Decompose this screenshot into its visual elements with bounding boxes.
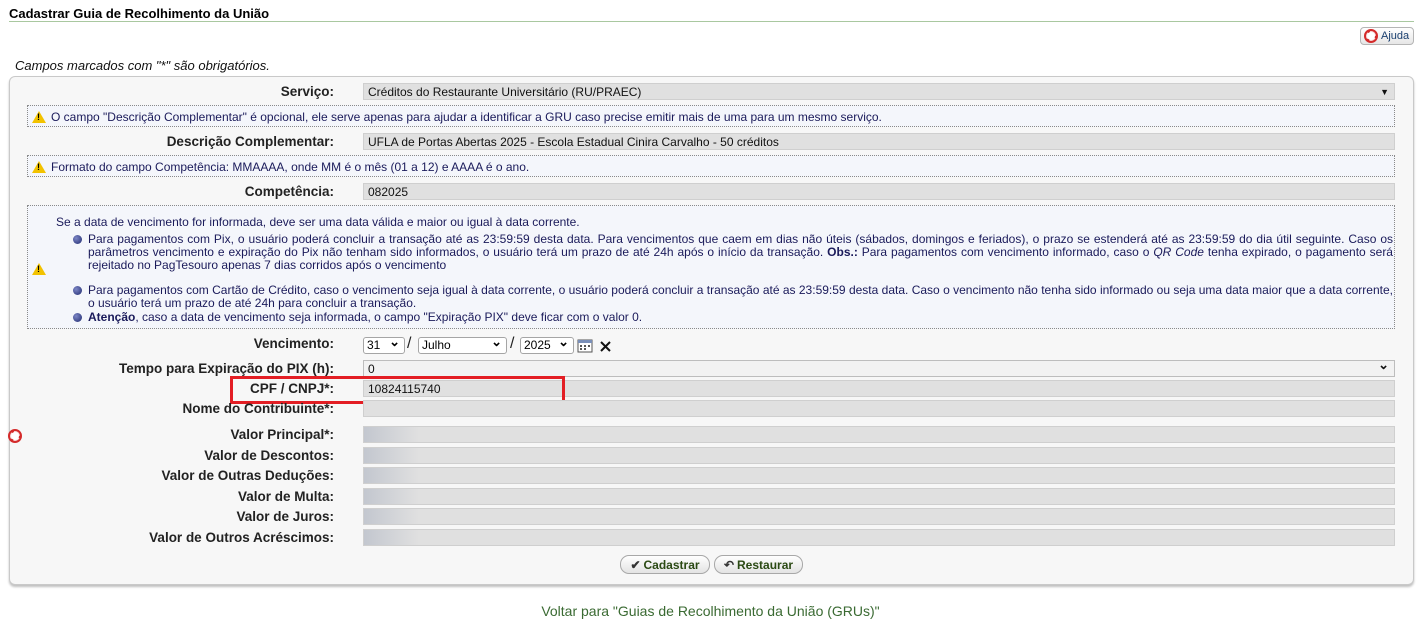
competencia-label: Competência: <box>244 184 334 199</box>
required-fields-note: Campos marcados com "*" são obrigatórios… <box>15 58 270 73</box>
pix-text-b: Para pagamentos com vencimento informado… <box>861 245 1150 259</box>
calendar-icon[interactable] <box>577 338 593 353</box>
valor-juros-label: Valor de Juros: <box>236 509 334 524</box>
date-separator: / <box>407 335 412 352</box>
pix-obs-label: Obs.: <box>827 245 858 259</box>
vencimento-intro: Se a data de vencimento for informada, d… <box>56 215 580 229</box>
bullet-icon <box>73 313 82 322</box>
nome-input[interactable] <box>363 400 1395 417</box>
restaurar-button[interactable]: ↶ Restaurar <box>714 555 803 574</box>
vencimento-day-select[interactable]: 31 <box>363 335 405 354</box>
expiracao-pix-select[interactable]: 0 ⌄ <box>363 360 1395 377</box>
cadastrar-label: Cadastrar <box>643 557 700 572</box>
warning-icon <box>32 111 46 123</box>
valor-descontos-label: Valor de Descontos: <box>204 448 334 463</box>
lifebuoy-icon <box>1364 29 1378 43</box>
valor-deducoes-label: Valor de Outras Deduções: <box>161 468 334 483</box>
back-link-text[interactable]: Voltar para "Guias de Recolhimento da Un… <box>541 603 879 619</box>
atencao-text: , caso a data de vencimento seja informa… <box>135 310 643 324</box>
info-descricao-text: O campo "Descrição Complementar" é opcio… <box>51 110 882 124</box>
valor-juros-input[interactable] <box>363 508 1395 525</box>
bullet-icon <box>73 235 82 244</box>
valor-acrescimos-input[interactable] <box>363 529 1395 546</box>
valor-multa-input[interactable] <box>363 488 1395 505</box>
help-label: Ajuda <box>1381 30 1410 42</box>
page-title: Cadastrar Guia de Recolhimento da União <box>9 6 270 21</box>
date-separator: / <box>510 335 515 352</box>
lifebuoy-icon[interactable] <box>8 429 22 443</box>
cadastrar-button[interactable]: ✔ Cadastrar <box>620 555 710 574</box>
valor-descontos-input[interactable] <box>363 447 1395 464</box>
back-link[interactable]: Voltar para "Guias de Recolhimento da Un… <box>0 603 1421 619</box>
info-vencimento-box: Se a data de vencimento for informada, d… <box>27 205 1395 329</box>
info-competencia-text: Formato do campo Competência: MMAAAA, on… <box>51 160 530 174</box>
servico-select[interactable]: Créditos do Restaurante Universitário (R… <box>363 83 1395 100</box>
expiracao-pix-value: 0 <box>368 362 375 376</box>
servico-label: Serviço: <box>280 84 334 99</box>
competencia-input[interactable]: 082025 <box>363 183 1395 200</box>
descricao-label: Descrição Complementar: <box>166 134 334 149</box>
valor-multa-label: Valor de Multa: <box>237 489 334 504</box>
title-divider <box>9 21 1414 22</box>
vencimento-label: Vencimento: <box>253 336 334 351</box>
help-button[interactable]: Ajuda <box>1360 27 1414 45</box>
chevron-down-icon: ⌄ <box>1378 360 1389 372</box>
vencimento-atencao-text: Atenção, caso a data de vencimento seja … <box>88 311 1393 324</box>
vencimento-cartao-text: Para pagamentos com Cartão de Crédito, c… <box>88 283 1393 310</box>
valor-principal-input[interactable] <box>363 426 1395 443</box>
expiracao-pix-label: Tempo para Expiração do PIX (h): <box>118 361 334 376</box>
atencao-label: Atenção <box>88 310 136 324</box>
descricao-input[interactable]: UFLA de Portas Abertas 2025 - Escola Est… <box>363 133 1395 150</box>
warning-icon <box>32 263 46 275</box>
valor-deducoes-input[interactable] <box>363 467 1395 484</box>
restaurar-label: Restaurar <box>737 557 794 572</box>
vencimento-month-select[interactable]: Julho <box>418 335 507 354</box>
warning-icon <box>32 161 46 173</box>
check-icon: ✔ <box>630 557 641 572</box>
valor-acrescimos-label: Valor de Outros Acréscimos: <box>149 530 334 545</box>
info-descricao-box: O campo "Descrição Complementar" é opcio… <box>27 105 1395 127</box>
valor-principal-label: Valor Principal*: <box>230 427 334 442</box>
pix-qr-code: QR Code <box>1153 245 1204 259</box>
info-competencia-box: Formato do campo Competência: MMAAAA, on… <box>27 155 1395 177</box>
vencimento-pix-text: Para pagamentos com Pix, o usuário poder… <box>88 233 1393 272</box>
clear-date-icon[interactable] <box>600 341 611 352</box>
nome-label: Nome do Contribuinte*: <box>182 401 335 416</box>
bullet-icon <box>73 286 82 295</box>
undo-icon: ↶ <box>723 557 735 572</box>
vencimento-year-select[interactable]: 2025 <box>520 335 574 354</box>
